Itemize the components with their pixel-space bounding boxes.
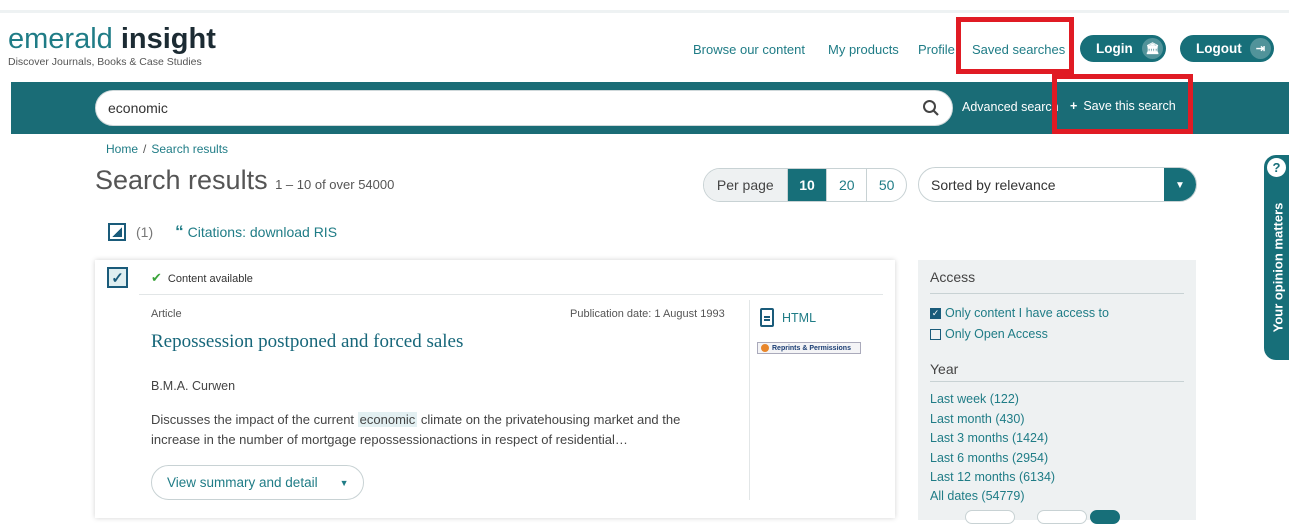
availability-status: ✔ Content available xyxy=(151,270,253,286)
date-from-input[interactable] xyxy=(965,510,1015,524)
logo-text-insight: insight xyxy=(120,23,216,55)
citations-label: Citations: download RIS xyxy=(187,224,338,240)
emerald-insight-logo[interactable]: emerald insight Discover Journals, Books… xyxy=(8,24,216,68)
logo-text-emerald: emerald xyxy=(8,23,113,55)
logout-button[interactable]: Logout ⇥ xyxy=(1180,35,1274,62)
year-all-dates[interactable]: All dates (54779) xyxy=(930,489,1025,503)
card-vertical-divider xyxy=(749,300,750,500)
html-document-icon xyxy=(760,308,774,327)
search-icon[interactable] xyxy=(922,99,940,117)
citations-link[interactable]: “Citations: download RIS xyxy=(175,222,337,242)
year-last-month[interactable]: Last month (430) xyxy=(930,412,1025,426)
availability-label: Content available xyxy=(167,273,253,285)
login-button[interactable]: Login 🏛 xyxy=(1080,35,1166,62)
sort-dropdown[interactable]: Sorted by relevance ▼ xyxy=(918,167,1197,202)
abstract-text-before: Discusses the impact of the current xyxy=(151,412,358,427)
login-label: Login xyxy=(1096,41,1133,56)
date-go-button[interactable] xyxy=(1090,510,1120,524)
year-divider xyxy=(930,381,1184,382)
chevron-down-icon[interactable]: ▼ xyxy=(1164,168,1196,201)
highlight-saved-searches xyxy=(956,17,1074,74)
reprints-label: Reprints & Permissions xyxy=(772,344,851,352)
year-last-week[interactable]: Last week (122) xyxy=(930,392,1019,406)
breadcrumb-separator: / xyxy=(143,142,147,156)
quote-icon: “ xyxy=(175,222,184,241)
selection-toolbar: (1) “Citations: download RIS xyxy=(108,222,337,242)
select-all-icon[interactable] xyxy=(108,223,126,241)
date-to-input[interactable] xyxy=(1037,510,1087,524)
reprints-permissions-button[interactable]: Reprints & Permissions xyxy=(757,342,861,354)
per-page-option-10[interactable]: 10 xyxy=(786,169,827,201)
question-icon: ? xyxy=(1267,158,1286,177)
feedback-tab[interactable]: ? Your opinion matters xyxy=(1264,155,1289,360)
article-author[interactable]: B.M.A. Curwen xyxy=(151,379,235,393)
filter-my-access-label: Only content I have access to xyxy=(945,306,1109,320)
article-title-link[interactable]: Repossession postponed and forced sales xyxy=(151,331,463,353)
content-type: Article xyxy=(151,308,182,320)
search-box[interactable] xyxy=(95,90,953,126)
top-divider xyxy=(0,10,1289,13)
access-divider xyxy=(930,293,1184,294)
nav-profile[interactable]: Profile xyxy=(918,42,955,57)
breadcrumb-home[interactable]: Home xyxy=(106,142,138,156)
year-last-12-months[interactable]: Last 12 months (6134) xyxy=(930,470,1055,484)
check-icon: ✔ xyxy=(151,270,162,285)
advanced-search-link[interactable]: Advanced search xyxy=(962,100,1059,114)
result-checkbox[interactable]: ✓ xyxy=(107,267,128,288)
checkbox-empty-icon[interactable] xyxy=(930,328,941,340)
abstract-highlight: economic xyxy=(357,412,418,427)
article-abstract: Discusses the impact of the current econ… xyxy=(151,410,731,450)
year-last-3-months[interactable]: Last 3 months (1424) xyxy=(930,431,1048,445)
access-heading: Access xyxy=(930,269,976,285)
per-page-selector: Per page 10 20 50 xyxy=(703,168,907,202)
checkbox-checked-icon[interactable]: ✓ xyxy=(930,307,941,319)
caret-down-icon: ▼ xyxy=(339,477,349,488)
logout-icon: ⇥ xyxy=(1255,43,1266,55)
reprints-icon xyxy=(761,344,769,352)
per-page-option-20[interactable]: 20 xyxy=(826,169,866,201)
html-fulltext-link[interactable]: HTML xyxy=(760,308,816,327)
year-heading: Year xyxy=(930,361,959,377)
year-last-6-months[interactable]: Last 6 months (2954) xyxy=(930,451,1048,465)
view-summary-label: View summary and detail xyxy=(167,475,318,490)
breadcrumb-current[interactable]: Search results xyxy=(151,142,228,156)
filter-open-access[interactable]: Only Open Access xyxy=(930,327,1048,341)
per-page-option-50[interactable]: 50 xyxy=(866,169,906,201)
filter-open-access-label: Only Open Access xyxy=(945,327,1048,341)
result-card: ✓ ✔ Content available Article Publication… xyxy=(95,260,895,518)
results-count: 1 – 10 of over 54000 xyxy=(275,177,395,192)
nav-my-products[interactable]: My products xyxy=(828,42,899,57)
filters-sidebar: Access ✓ Only content I have access to On… xyxy=(918,260,1196,520)
search-input[interactable] xyxy=(108,100,898,116)
selected-count: (1) xyxy=(136,224,154,240)
view-summary-button[interactable]: View summary and detail ▼ xyxy=(151,465,364,500)
sort-value: Sorted by relevance xyxy=(931,177,1056,193)
institution-icon: 🏛 xyxy=(1145,43,1160,55)
logo-tagline: Discover Journals, Books & Case Studies xyxy=(8,56,202,68)
card-divider xyxy=(139,294,883,295)
feedback-label: Your opinion matters xyxy=(1270,202,1286,333)
publication-date: Publication date: 1 August 1993 xyxy=(570,308,725,320)
nav-browse-content[interactable]: Browse our content xyxy=(693,42,805,57)
page-title: Search results 1 – 10 of over 54000 xyxy=(95,165,394,196)
highlight-save-search xyxy=(1052,74,1193,134)
per-page-label: Per page xyxy=(704,169,787,201)
page-title-text: Search results xyxy=(95,165,268,195)
breadcrumb: Home / Search results xyxy=(106,142,228,156)
filter-my-access[interactable]: ✓ Only content I have access to xyxy=(930,306,1109,320)
logout-label: Logout xyxy=(1196,41,1242,56)
html-label: HTML xyxy=(782,310,817,325)
